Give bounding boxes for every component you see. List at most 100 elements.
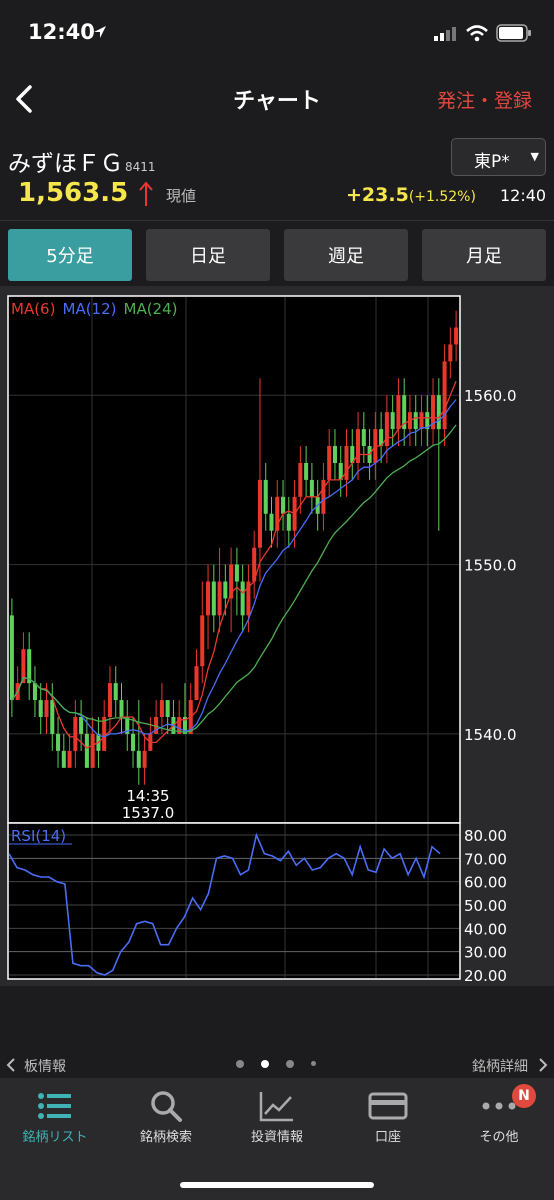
rsi-tick-label: 50.00 [464,897,507,915]
candle-body [211,581,216,616]
low-annotation-time: 14:35 [126,787,169,805]
candle-body [419,412,424,430]
rsi-tick-label: 60.00 [464,874,507,892]
up-arrow-icon [139,181,153,206]
rsi-tick-label: 40.00 [464,920,507,938]
candle-body [131,733,136,751]
candle-body [206,581,211,616]
tabbar-label: 銘柄リスト [22,1130,88,1145]
candle-body [38,700,43,717]
caret-down-icon: ▼ [530,150,539,163]
candle-body [165,700,170,717]
rsi-tick-label: 80.00 [464,827,507,845]
chevron-right-icon[interactable] [538,1058,548,1072]
legend-item: MA(6) [11,300,55,318]
page-indicator: 板情報 銘柄詳細 [0,1050,554,1078]
candle-body [119,700,124,717]
candle-body [159,700,164,717]
legend-item: MA(12) [63,300,117,318]
x-tick-label: 14:00 [69,983,115,986]
candle-body [90,733,95,768]
candle-body [344,446,349,480]
tabbar-more[interactable]: その他 [444,1086,554,1145]
tabbar-stock-search[interactable]: 銘柄検索 [111,1086,221,1145]
order-register-button[interactable]: 発注・登録 [437,86,532,113]
candle-body [257,479,262,548]
page-dot[interactable] [286,1060,294,1068]
x-tick-label: 10:00 [262,983,308,986]
candle-body [61,750,66,768]
home-indicator [180,1182,374,1188]
candle-body [223,581,228,599]
status-bar: 12:40 [0,0,554,70]
candle-body [32,683,37,701]
x-tick-label: 8/9:00 [160,983,212,986]
candle-body [73,717,78,751]
stock-name-text: みずほＦＧ [8,151,123,177]
candle-body [240,581,245,616]
price-change-percent: (+1.52%) [408,189,476,205]
candle-body [454,327,459,345]
chevron-left-icon[interactable] [6,1058,16,1072]
price-label: 現値 [166,187,197,205]
wifi-icon [466,25,488,42]
tabbar-label: その他 [479,1130,519,1145]
market-select-value: 東P* [474,152,510,172]
notification-badge: N [512,1084,536,1108]
rsi-tick-label: 20.00 [464,967,507,985]
candle-body [9,615,14,701]
candle-body [234,564,239,582]
chart-area[interactable]: 1560.0 1550.0 1540.0 MA(6) MA(12) MA(24) 14:35… [0,286,554,1002]
tabbar-stock-list[interactable]: 銘柄リスト [0,1086,110,1145]
page-dot[interactable] [311,1061,316,1066]
candle-body [136,750,141,768]
candle-body [442,361,447,430]
candle-body [107,683,112,717]
board-info-link[interactable]: 板情報 [24,1056,66,1076]
wallet-icon [368,1092,408,1120]
candle-body [50,700,55,734]
page-dot-active[interactable] [261,1060,269,1068]
candle-body [217,581,222,616]
y-tick-label: 1540.0 [464,726,517,744]
rsi-tick-label: 70.00 [464,850,507,868]
candle-body [396,395,401,430]
candle-body [263,479,268,514]
candle-body [448,344,453,362]
candle-body [269,513,274,531]
tabbar-label: 口座 [374,1130,401,1145]
current-price: 1,563.5 [18,178,129,208]
last-trade-time: 12:40 [500,186,547,205]
candle-body [327,446,332,480]
candle-body [113,683,118,701]
tab-5min[interactable]: 5分足 [8,229,132,281]
tabbar-investment-info[interactable]: 投資情報 [222,1086,332,1145]
y-tick-label: 1560.0 [464,387,517,405]
tab-monthly[interactable]: 月足 [422,229,546,281]
stock-detail-link[interactable]: 銘柄詳細 [472,1056,528,1076]
battery-icon [496,24,531,42]
cellular-signal-icon [434,27,456,41]
price-chart[interactable]: 1560.0 1550.0 1540.0 MA(6) MA(12) MA(24) 14:35… [0,286,554,1002]
candle-body [384,412,389,447]
candle-body [44,700,49,717]
market-select[interactable]: 東P* ▼ [451,138,546,176]
candle-body [361,429,366,447]
tab-daily[interactable]: 日足 [146,229,270,281]
navigation-bar: チャート 発注・登録 [0,70,554,133]
tabbar-account[interactable]: 口座 [333,1086,443,1145]
price-change: +23.5(+1.52%) [346,184,476,206]
candle-body [332,446,337,463]
search-icon [151,1091,182,1122]
tab-weekly[interactable]: 週足 [284,229,408,281]
tabbar-label: 投資情報 [250,1130,303,1145]
page-dot[interactable] [236,1060,244,1068]
candle-body [390,412,395,430]
candle-body [413,412,418,430]
candle-body [56,733,61,751]
candle-body [281,496,286,514]
line-chart-icon [259,1092,293,1122]
status-time: 12:40 [28,20,95,44]
rsi-label: RSI(14) [11,827,66,845]
candle-body [200,615,205,667]
